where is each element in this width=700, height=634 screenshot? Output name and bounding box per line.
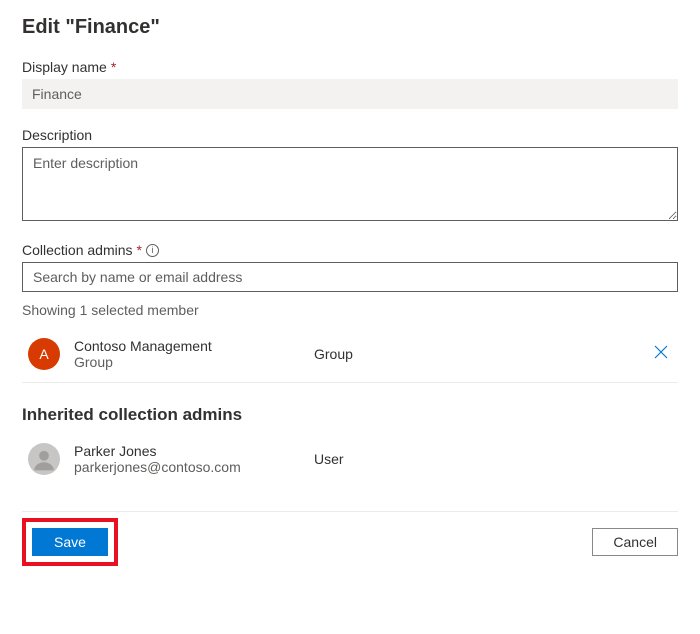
member-type: User [314, 451, 672, 467]
description-field: Description [22, 127, 678, 224]
remove-member-button[interactable] [650, 341, 672, 367]
person-icon [31, 446, 57, 472]
collection-admins-field: Collection admins * i [22, 242, 678, 292]
selected-count-text: Showing 1 selected member [22, 302, 678, 318]
member-subtext: parkerjones@contoso.com [74, 459, 314, 475]
display-name-label-text: Display name [22, 59, 107, 75]
page-title: Edit "Finance" [22, 16, 678, 39]
required-asterisk-icon: * [137, 242, 142, 258]
member-text-block: Contoso Management Group [74, 338, 314, 370]
required-asterisk-icon: * [111, 59, 116, 75]
save-button[interactable]: Save [32, 528, 108, 556]
member-subtext: Group [74, 354, 314, 370]
inherited-member-row: Parker Jones parkerjones@contoso.com Use… [22, 431, 678, 487]
close-icon [654, 345, 668, 359]
collection-admins-label-text: Collection admins [22, 242, 133, 258]
admin-member-row: A Contoso Management Group Group [22, 326, 678, 383]
display-name-field: Display name * [22, 59, 678, 109]
avatar-letter: A [39, 346, 48, 362]
avatar [28, 443, 60, 475]
description-label: Description [22, 127, 678, 143]
save-highlight-box: Save [22, 518, 118, 566]
display-name-label: Display name * [22, 59, 678, 75]
cancel-button[interactable]: Cancel [592, 528, 678, 556]
collection-admins-label: Collection admins * i [22, 242, 678, 258]
member-name: Contoso Management [74, 338, 314, 354]
inherited-admins-heading: Inherited collection admins [22, 405, 678, 425]
avatar: A [28, 338, 60, 370]
footer-actions: Save Cancel [22, 511, 678, 566]
member-type: Group [314, 346, 650, 362]
edit-collection-panel: Edit "Finance" Display name * Descriptio… [0, 0, 700, 586]
member-name: Parker Jones [74, 443, 314, 459]
display-name-input[interactable] [22, 79, 678, 109]
admin-search-input[interactable] [22, 262, 678, 292]
member-text-block: Parker Jones parkerjones@contoso.com [74, 443, 314, 475]
description-textarea[interactable] [22, 147, 678, 221]
info-icon[interactable]: i [146, 244, 159, 257]
